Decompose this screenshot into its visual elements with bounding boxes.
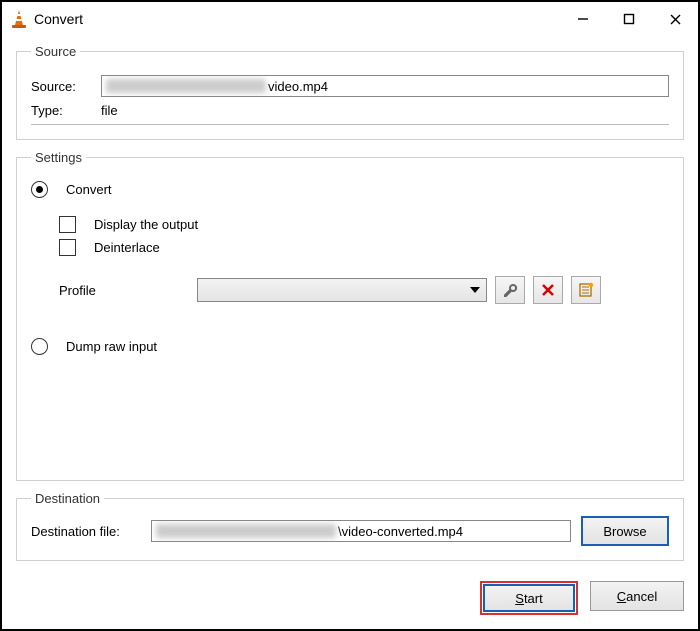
- source-legend: Source: [31, 44, 80, 59]
- display-output-label: Display the output: [94, 217, 198, 232]
- title-bar: Convert: [2, 2, 698, 36]
- redacted-path: [106, 79, 266, 93]
- window-title: Convert: [34, 11, 83, 27]
- divider: [31, 124, 669, 125]
- convert-radio-row[interactable]: Convert: [31, 181, 669, 198]
- new-profile-button[interactable]: [571, 276, 601, 304]
- settings-group: Settings Convert Display the output Dein…: [16, 150, 684, 481]
- source-group: Source Source: video.mp4 Type: file: [16, 44, 684, 140]
- dump-radio-row[interactable]: Dump raw input: [31, 338, 669, 355]
- close-button[interactable]: [652, 2, 698, 36]
- source-path-field[interactable]: video.mp4: [101, 75, 669, 97]
- vlc-cone-icon: [10, 9, 28, 29]
- deinterlace-label: Deinterlace: [94, 240, 160, 255]
- dump-radio-label: Dump raw input: [66, 339, 157, 354]
- redacted-path: [156, 524, 336, 538]
- delete-profile-button[interactable]: [533, 276, 563, 304]
- start-button[interactable]: Start: [483, 584, 575, 612]
- cancel-button[interactable]: Cancel: [590, 581, 684, 611]
- display-output-checkbox[interactable]: [59, 216, 76, 233]
- type-label: Type:: [31, 103, 91, 118]
- dump-radio[interactable]: [31, 338, 48, 355]
- browse-button[interactable]: Browse: [581, 516, 669, 546]
- type-value: file: [101, 103, 118, 118]
- display-output-row[interactable]: Display the output: [31, 216, 669, 233]
- minimize-button[interactable]: [560, 2, 606, 36]
- destination-label: Destination file:: [31, 524, 141, 539]
- convert-radio-label: Convert: [66, 182, 112, 197]
- destination-file-field[interactable]: \video-converted.mp4: [151, 520, 571, 542]
- window-controls: [560, 2, 698, 36]
- wrench-icon: [502, 282, 518, 298]
- profile-dropdown[interactable]: [197, 278, 487, 302]
- destination-group: Destination Destination file: \video-con…: [16, 491, 684, 561]
- source-label: Source:: [31, 79, 91, 94]
- convert-radio[interactable]: [31, 181, 48, 198]
- source-path-visible: video.mp4: [268, 79, 328, 94]
- save-new-icon: [578, 282, 594, 298]
- start-button-highlight: Start: [480, 581, 578, 615]
- deinterlace-checkbox[interactable]: [59, 239, 76, 256]
- destination-legend: Destination: [31, 491, 104, 506]
- dialog-buttons: Start Cancel: [2, 573, 698, 629]
- chevron-down-icon: [470, 287, 480, 293]
- settings-legend: Settings: [31, 150, 86, 165]
- deinterlace-row[interactable]: Deinterlace: [31, 239, 669, 256]
- edit-profile-button[interactable]: [495, 276, 525, 304]
- delete-icon: [541, 283, 555, 297]
- profile-label: Profile: [59, 283, 189, 298]
- browse-button-label: Browse: [603, 524, 646, 539]
- destination-path-visible: \video-converted.mp4: [338, 524, 463, 539]
- maximize-button[interactable]: [606, 2, 652, 36]
